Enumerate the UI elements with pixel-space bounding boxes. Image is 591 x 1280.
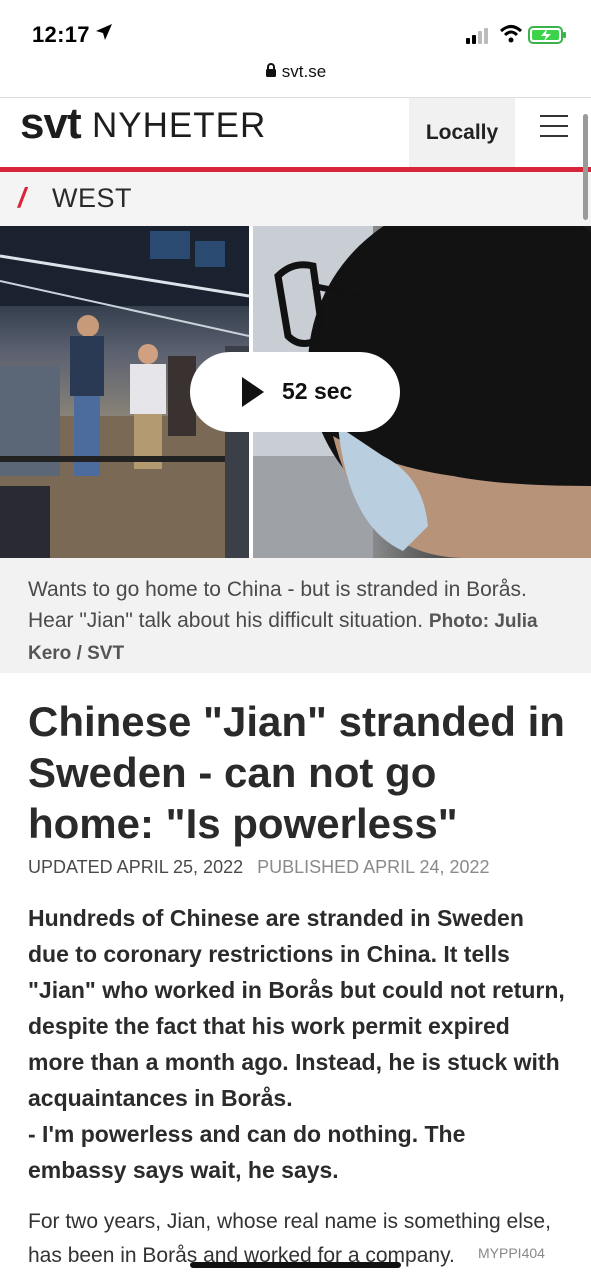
section-slash: / — [18, 182, 26, 213]
watermark: MYPPI404 — [478, 1245, 545, 1261]
site-header: svt NYHETER Locally — [0, 97, 591, 168]
article-dates: UPDATED APRIL 25, 2022 PUBLISHED APRIL 24… — [28, 857, 490, 878]
published-date: PUBLISHED APRIL 24, 2022 — [257, 857, 490, 877]
video-player[interactable]: 52 sec — [0, 226, 591, 558]
play-button[interactable]: 52 sec — [190, 352, 400, 432]
wifi-icon — [499, 25, 523, 43]
nyheter-logo[interactable]: NYHETER — [92, 106, 266, 146]
lede-text: Hundreds of Chinese are stranded in Swed… — [28, 905, 565, 1111]
home-indicator[interactable] — [190, 1262, 401, 1268]
location-arrow-icon — [96, 24, 112, 40]
image-caption: Wants to go home to China - but is stran… — [0, 558, 591, 673]
article-headline: Chinese "Jian" stranded in Sweden - can … — [28, 698, 565, 847]
article-lede: Hundreds of Chinese are stranded in Swed… — [28, 900, 568, 1188]
updated-date: UPDATED APRIL 25, 2022 — [28, 857, 244, 877]
svt-logo[interactable]: svt — [20, 98, 82, 150]
lock-icon — [265, 63, 276, 77]
url-text: svt.se — [281, 62, 327, 81]
signal-icon — [466, 28, 488, 44]
section-name: WEST — [52, 183, 132, 213]
battery-charging-icon — [528, 26, 566, 44]
hamburger-menu-icon[interactable] — [540, 115, 568, 139]
scrollbar[interactable] — [583, 114, 588, 220]
video-duration: 52 sec — [282, 378, 353, 404]
status-bar: 12:17 — [0, 0, 591, 62]
locally-button[interactable]: Locally — [409, 98, 515, 168]
address-bar[interactable]: svt.se — [0, 62, 591, 96]
section-bar[interactable]: / WEST — [0, 172, 591, 226]
play-icon — [242, 377, 264, 407]
clock-time: 12:17 — [32, 22, 90, 47]
lede-quote: - I'm powerless and can do nothing. The … — [28, 1121, 466, 1183]
